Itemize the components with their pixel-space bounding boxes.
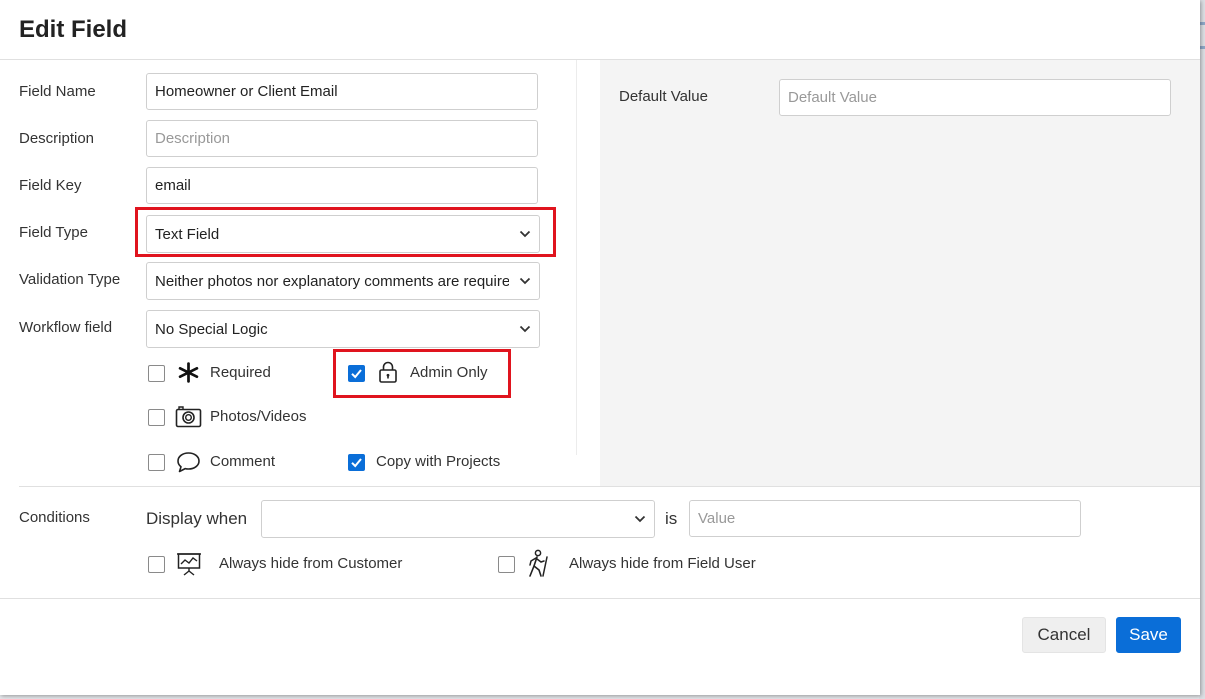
footer-divider: [0, 598, 1200, 599]
comment-checkbox[interactable]: [148, 454, 165, 471]
description-input[interactable]: [146, 120, 538, 157]
required-label: Required: [210, 364, 271, 381]
required-checkbox[interactable]: [148, 365, 165, 382]
camera-icon: [175, 406, 202, 428]
hide-from-customer-checkbox[interactable]: [148, 556, 165, 573]
chevron-down-icon: [519, 325, 531, 333]
workflow-field-value: No Special Logic: [155, 320, 268, 338]
condition-value-input[interactable]: [689, 500, 1081, 537]
conditions-divider: [19, 486, 1200, 487]
dialog-title: Edit Field: [19, 16, 127, 43]
lock-icon: [379, 361, 397, 383]
asterisk-icon: [178, 362, 199, 383]
checkmark-icon: [351, 369, 362, 379]
chevron-down-icon: [519, 277, 531, 285]
validation-type-select[interactable]: Neither photos nor explanatory comments …: [146, 262, 540, 300]
comment-label: Comment: [210, 453, 276, 470]
save-button[interactable]: Save: [1116, 617, 1181, 653]
cancel-button[interactable]: Cancel: [1022, 617, 1106, 653]
chevron-down-icon: [519, 230, 531, 238]
conditions-label: Conditions: [19, 509, 90, 526]
copy-with-projects-checkbox[interactable]: [348, 454, 365, 471]
validation-type-value: Neither photos nor explanatory comments …: [155, 272, 509, 290]
description-label: Description: [19, 130, 95, 147]
default-value-label: Default Value: [619, 88, 708, 105]
column-divider: [576, 60, 577, 455]
edit-field-dialog: Edit Field Field Name Description Field …: [0, 0, 1200, 695]
field-name-label: Field Name: [19, 83, 96, 100]
photos-videos-label: Photos/Videos: [210, 408, 307, 425]
admin-only-checkbox[interactable]: [348, 365, 365, 382]
hide-from-field-user-label: Always hide from Field User: [569, 555, 756, 572]
field-type-label: Field Type: [19, 224, 88, 241]
field-type-select[interactable]: Text Field: [146, 215, 540, 253]
copy-with-projects-label: Copy with Projects: [376, 453, 501, 470]
hide-from-field-user-checkbox[interactable]: [498, 556, 515, 573]
walking-person-icon: [529, 549, 548, 577]
checkmark-icon: [351, 458, 362, 468]
field-type-value: Text Field: [155, 225, 220, 243]
workflow-field-label: Workflow field: [19, 319, 113, 336]
chevron-down-icon: [634, 515, 646, 523]
admin-only-label: Admin Only: [410, 364, 488, 381]
photos-videos-checkbox[interactable]: [148, 409, 165, 426]
default-value-panel: [600, 60, 1200, 486]
default-value-input[interactable]: [779, 79, 1171, 116]
display-when-select[interactable]: [261, 500, 655, 538]
display-when-label: Display when: [146, 509, 248, 528]
is-label: is: [665, 509, 678, 528]
hide-from-customer-label: Always hide from Customer: [219, 555, 403, 572]
field-name-input[interactable]: [146, 73, 538, 110]
speech-bubble-icon: [177, 452, 200, 473]
workflow-field-select[interactable]: No Special Logic: [146, 310, 540, 348]
field-key-label: Field Key: [19, 177, 82, 194]
field-key-input[interactable]: [146, 167, 538, 204]
presentation-chart-icon: [177, 553, 201, 576]
validation-type-label: Validation Type: [19, 271, 121, 288]
